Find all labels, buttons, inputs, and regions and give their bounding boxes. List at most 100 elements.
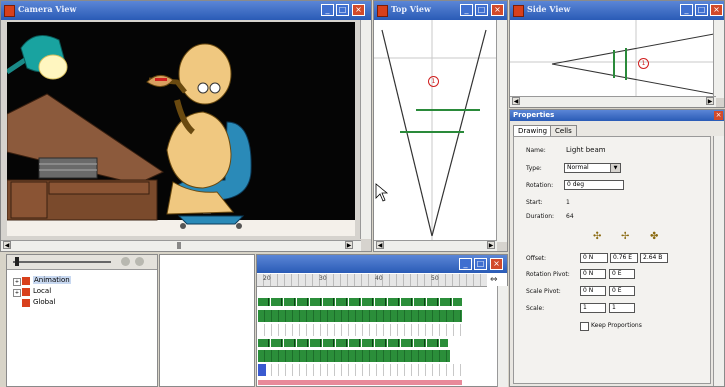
level-slider[interactable] (13, 261, 111, 263)
minimize-button[interactable]: _ (460, 4, 473, 16)
timeline-track[interactable] (258, 310, 462, 322)
rotation-pivot-a-input[interactable]: 0 N (580, 269, 606, 279)
minimize-button[interactable]: _ (680, 4, 693, 16)
type-select[interactable]: Normal ▼ (564, 163, 621, 173)
scale-pivot-b-input[interactable]: 0 E (609, 286, 635, 296)
timeline-track[interactable] (258, 364, 462, 376)
close-button[interactable]: × (710, 4, 723, 16)
layer-icon (22, 288, 30, 296)
timeline-track[interactable] (258, 298, 462, 306)
camera-view-titlebar[interactable]: Camera View _ □ × (1, 1, 371, 20)
properties-vertical-scrollbar[interactable] (713, 136, 724, 386)
scroll-left-arrow[interactable]: ◀ (512, 97, 520, 105)
timeline-range-bar[interactable] (258, 380, 462, 385)
rotation-pivot-b-input[interactable]: 0 E (609, 269, 635, 279)
camera-view-vertical-scrollbar[interactable] (360, 20, 371, 239)
properties-panel-body: Name: Light beam Type: Normal ▼ Rotation… (513, 136, 711, 384)
properties-title: Properties (513, 111, 555, 119)
properties-titlebar[interactable]: Properties × (510, 110, 724, 121)
close-button[interactable]: × (491, 4, 504, 16)
side-view-title: Side View (527, 4, 571, 14)
type-select-value: Normal (567, 164, 589, 171)
scroll-thumb[interactable] (177, 242, 181, 249)
timeline-track[interactable] (258, 324, 462, 336)
offset-x-input[interactable]: 0 N (580, 253, 608, 263)
offset-y-input[interactable]: 0.76 E (610, 253, 638, 263)
scroll-right-arrow[interactable]: ▶ (487, 241, 495, 249)
duration-value: 64 (566, 213, 574, 220)
side-view-vertical-scrollbar[interactable] (713, 20, 724, 98)
start-label: Start: (526, 199, 543, 206)
scroll-left-arrow[interactable]: ◀ (3, 241, 11, 249)
top-view-horizontal-scrollbar[interactable]: ◀ ▶ (374, 240, 497, 251)
top-view-titlebar[interactable]: Top View _ □ × (374, 1, 507, 20)
scale-label: Scale: (526, 305, 545, 312)
layer-tree-toolbar (7, 255, 157, 270)
play-icon[interactable] (121, 257, 130, 266)
timeline-track[interactable] (258, 350, 450, 362)
layer-label: Local (33, 287, 52, 295)
slider-handle[interactable] (15, 257, 19, 266)
rotation-input[interactable]: 0 deg (564, 180, 624, 190)
duration-label: Duration: (526, 213, 555, 220)
app-icon (377, 5, 388, 17)
layer-icon (22, 277, 30, 285)
scale-b-input[interactable]: 1 (609, 303, 635, 313)
timeline-selection-marker[interactable] (258, 364, 266, 376)
minimize-button[interactable]: _ (321, 4, 334, 16)
close-button[interactable]: × (490, 258, 503, 270)
keep-proportions-label: Keep Proportions (591, 322, 642, 329)
close-button[interactable]: × (352, 4, 365, 16)
timeline-ruler[interactable]: 20 30 40 50 (257, 274, 487, 287)
expand-icon[interactable]: + (13, 289, 21, 297)
chevron-down-icon[interactable]: ▼ (610, 164, 620, 172)
top-view-marker: 1 (428, 76, 439, 87)
minimize-button[interactable]: _ (459, 258, 472, 270)
side-view-canvas[interactable] (510, 20, 714, 98)
offset-y-axis-icon: ✢ (621, 231, 630, 242)
timeline-vertical-scrollbar[interactable] (497, 286, 508, 387)
scroll-right-arrow[interactable]: ▶ (345, 241, 353, 249)
maximize-button[interactable]: □ (336, 4, 349, 16)
offset-x-axis-icon: ✣ (593, 231, 602, 242)
properties-window: Properties × Drawing Cells Name: Light b… (509, 109, 725, 387)
app-icon (513, 5, 524, 17)
ruler-label: 40 (375, 275, 383, 282)
app-icon (4, 5, 15, 17)
scale-pivot-label: Scale Pivot: (526, 288, 561, 295)
record-icon[interactable] (135, 257, 144, 266)
resize-arrows-icon[interactable]: ⇔ (490, 275, 498, 285)
camera-view-canvas[interactable] (7, 22, 355, 236)
tab-drawing[interactable]: Drawing (513, 125, 553, 136)
top-view-vertical-scrollbar[interactable] (496, 20, 507, 242)
offset-label: Offset: (526, 255, 547, 262)
scroll-left-arrow[interactable]: ◀ (376, 241, 384, 249)
ruler-label: 50 (431, 275, 439, 282)
expand-icon[interactable]: + (13, 278, 21, 286)
maximize-button[interactable]: □ (695, 4, 708, 16)
maximize-button[interactable]: □ (475, 4, 488, 16)
maximize-button[interactable]: □ (474, 258, 487, 270)
scale-pivot-a-input[interactable]: 0 N (580, 286, 606, 296)
timeline-track[interactable] (258, 339, 448, 347)
side-view-horizontal-scrollbar[interactable]: ◀ ▶ (510, 96, 716, 107)
rotation-label: Rotation: (526, 182, 554, 189)
layer-label: Global (33, 298, 56, 306)
tab-cells[interactable]: Cells (550, 125, 577, 136)
scroll-right-arrow[interactable]: ▶ (706, 97, 714, 105)
camera-view-window: Camera View _ □ × ◀ ▶ (0, 0, 372, 252)
name-value: Light beam (566, 146, 606, 154)
ruler-label: 20 (263, 275, 271, 282)
side-view-titlebar[interactable]: Side View _ □ × (510, 1, 724, 20)
top-view-canvas[interactable] (374, 20, 499, 242)
offset-z-input[interactable]: 2.64 B (640, 253, 668, 263)
timeline-titlebar[interactable]: _ □ × (257, 255, 507, 273)
rotation-pivot-label: Rotation Pivot: (526, 271, 570, 278)
camera-view-horizontal-scrollbar[interactable]: ◀ ▶ (1, 240, 361, 251)
close-button[interactable]: × (714, 111, 723, 120)
layer-tree-panel: + Animation + Local Global (6, 254, 158, 387)
keep-proportions-checkbox[interactable] (580, 322, 589, 331)
scale-a-input[interactable]: 1 (580, 303, 606, 313)
layer-label: Animation (33, 276, 71, 284)
blank-panel (159, 254, 255, 387)
